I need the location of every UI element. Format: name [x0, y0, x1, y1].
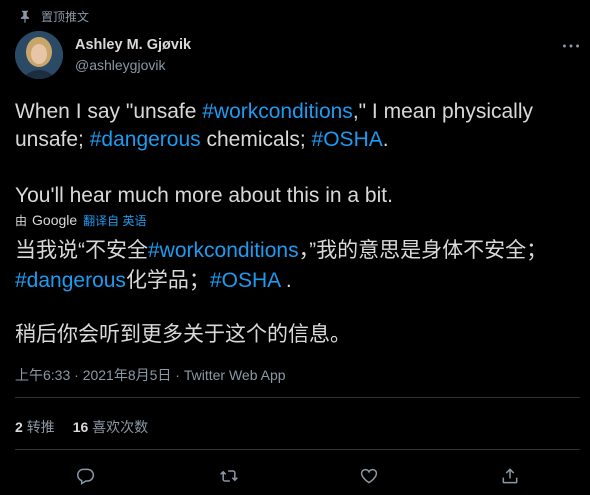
divider	[15, 449, 580, 450]
translated-from-link[interactable]: 翻译自 英语	[83, 212, 146, 229]
tweet-paragraph: You'll hear much more about this in a bi…	[15, 184, 393, 207]
tweet-paragraph: When I say "unsafe #workconditions," I m…	[15, 100, 534, 151]
retweet-icon	[220, 470, 238, 482]
author-handle[interactable]: @ashleygjovik	[75, 57, 165, 73]
translation-attribution: 由 Google 翻译自 英语	[15, 212, 147, 229]
share-button[interactable]	[497, 463, 523, 489]
translated-text: 当我说“不安全#workconditions，”我的意思是身体不安全；#dang…	[15, 236, 580, 350]
hashtag-link[interactable]: #dangerous	[15, 269, 126, 292]
hashtag-link[interactable]: #OSHA	[210, 269, 280, 292]
tweet-timestamp[interactable]: 上午6:33 · 2021年8月5日 · Twitter Web App	[15, 365, 286, 385]
tweet-stats: 2 转推 16 喜欢次数	[15, 417, 148, 437]
reply-button[interactable]	[72, 463, 98, 489]
likes-stat[interactable]: 16 喜欢次数	[73, 419, 148, 435]
retweet-button[interactable]	[216, 463, 242, 489]
reply-icon	[77, 468, 95, 485]
google-logo: Google	[32, 212, 78, 228]
hashtag-link[interactable]: #OSHA	[312, 128, 383, 151]
translation-paragraph: 稍后你会听到更多关于这个的信息。	[15, 323, 351, 346]
tweet-text: When I say "unsafe #workconditions," I m…	[15, 98, 580, 210]
translation-paragraph: 当我说“不安全#workconditions，”我的意思是身体不安全；#dang…	[15, 239, 548, 292]
hashtag-link[interactable]: #workconditions	[202, 100, 353, 123]
retweets-stat[interactable]: 2 转推	[15, 419, 55, 435]
like-icon	[360, 468, 378, 484]
pinned-label: 置顶推文	[41, 10, 90, 24]
hashtag-link[interactable]: #workconditions	[148, 239, 299, 262]
avatar[interactable]	[15, 31, 63, 79]
divider	[15, 397, 580, 398]
pin-icon	[20, 10, 30, 23]
more-options-button[interactable]	[560, 38, 582, 54]
like-button[interactable]	[356, 463, 382, 489]
hashtag-link[interactable]: #dangerous	[90, 128, 201, 151]
share-icon	[502, 468, 518, 484]
more-icon	[562, 44, 580, 48]
author-name[interactable]: Ashley M. Gjøvik	[75, 37, 191, 53]
pinned-indicator: 置顶推文	[18, 8, 89, 24]
